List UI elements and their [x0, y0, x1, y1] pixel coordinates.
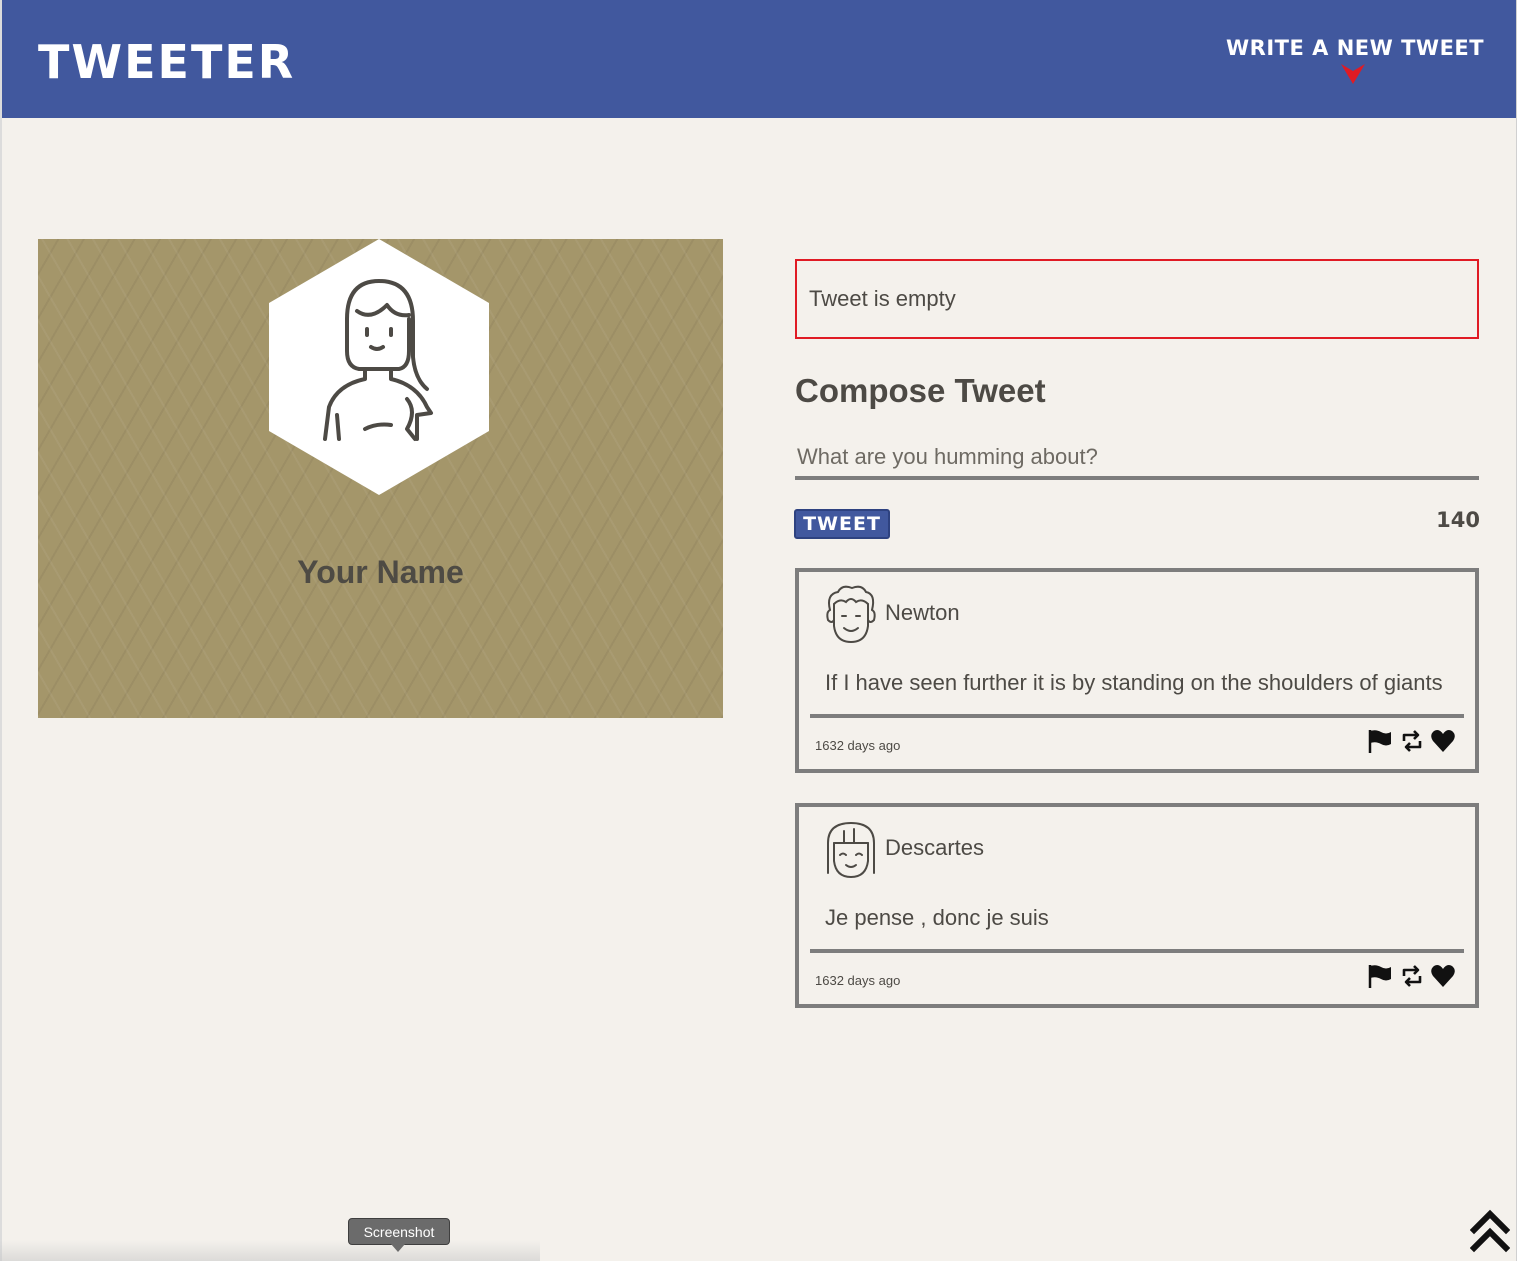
curly-hair-avatar-icon [826, 585, 876, 644]
heart-icon[interactable] [1430, 728, 1456, 754]
woman-avatar-icon [269, 239, 489, 495]
heart-icon[interactable] [1430, 963, 1456, 989]
char-counter: 140 [1436, 508, 1480, 532]
tweet-actions [1367, 963, 1459, 989]
tweet-author: Descartes [885, 835, 985, 860]
tweet-card: Descartes Je pense , donc je suis 1632 d… [795, 803, 1479, 1008]
nav-bar: TWEETER WRITE A NEW TWEET [2, 0, 1516, 118]
compose-title: Compose Tweet [795, 372, 1046, 409]
tweet-card: Newton If I have seen further it is by s… [795, 568, 1479, 773]
double-chevron-up-icon[interactable] [1470, 1208, 1510, 1254]
tweet-input[interactable] [795, 438, 1479, 480]
flag-icon[interactable] [1367, 963, 1393, 989]
arrow-down-icon[interactable] [1340, 62, 1366, 86]
profile-name: Your Name [297, 554, 464, 590]
divider [810, 714, 1464, 718]
dock-strip [0, 1240, 540, 1261]
tweet-timestamp: 1632 days ago [815, 738, 901, 753]
tweet-timestamp: 1632 days ago [815, 973, 901, 988]
tweet-text: If I have seen further it is by standing… [825, 670, 1443, 695]
error-message: Tweet is empty [795, 259, 1479, 339]
tweet-actions [1367, 728, 1459, 754]
retweet-icon[interactable] [1399, 728, 1425, 754]
tooltip-tail [391, 1244, 405, 1252]
profile-panel: Your Name [38, 239, 723, 718]
bob-hair-avatar-icon [827, 821, 875, 879]
flag-icon[interactable] [1367, 728, 1393, 754]
write-new-tweet-link[interactable]: WRITE A NEW TWEET [1226, 34, 1484, 62]
divider [810, 949, 1464, 953]
tweet-button[interactable]: TWEET [794, 509, 890, 539]
tweet-text: Je pense , donc je suis [825, 905, 1049, 930]
screenshot-tooltip: Screenshot [348, 1218, 450, 1245]
app-logo[interactable]: TWEETER [38, 34, 295, 90]
retweet-icon[interactable] [1399, 963, 1425, 989]
tweet-author: Newton [885, 600, 960, 625]
window-scrollbar[interactable] [1516, 0, 1530, 1261]
